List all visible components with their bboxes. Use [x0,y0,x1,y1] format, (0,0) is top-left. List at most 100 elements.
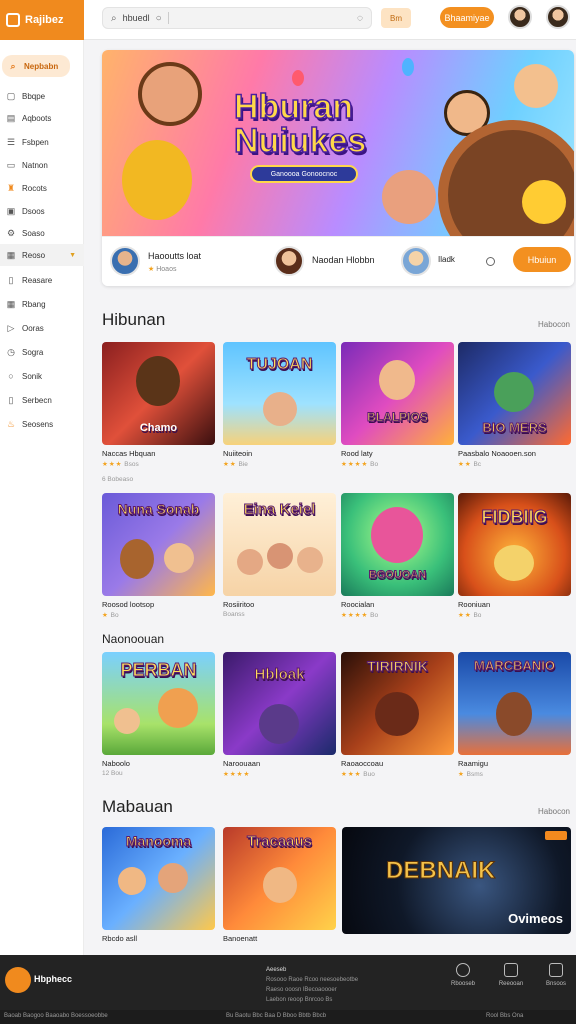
sidebar-item[interactable]: ▭ Natnon [0,154,84,176]
hero-banner[interactable]: Hburan Nuiukes Ganoooa Gonoocnoc Haooutt… [102,50,574,286]
game-card[interactable]: BGOUOAN Roocialan ★★★★ Bo [341,493,454,619]
trophy-icon: ♜ [6,182,16,193]
voice-icon[interactable]: ◌ [357,13,363,24]
card-rating: 12 Bou [102,770,215,777]
sidebar-item-label: Reoso [22,250,46,260]
sidebar-item[interactable]: ▦ Rbang [0,293,84,315]
game-thumbnail: FIDBIIG [458,493,571,596]
character-art [297,547,323,573]
footer-logo-icon[interactable] [5,967,31,993]
footer-link[interactable]: Rosooo Raoe Rcoo neesoebeotbe [266,975,358,985]
game-card[interactable]: Chamo Naccas Hbquan ★★★ Bsos 6 Bobeaso [102,342,215,483]
search-submit-icon[interactable]: ○ [156,13,162,24]
game-thumbnail: TIRIRNIK [341,652,454,755]
thumbnail-title: BLALPIOS [367,409,429,424]
card-title: Paasbalo Noaooen.son [458,449,536,458]
creator-name[interactable]: Haooutts loat [148,251,201,261]
footer-links[interactable]: Bu Baotu Bbc Baa D Bboo Bbtb Bbcb [226,1013,326,1019]
creator-name[interactable]: Naodan Hlobbn [312,255,375,265]
creator-avatar[interactable] [274,246,304,276]
card-title: Rood laty [341,449,373,458]
game-thumbnail: PERBAN [102,652,215,755]
sidebar-item[interactable]: ▷ Ooras [0,317,84,339]
character-art [375,692,419,736]
sidebar-item-label: Soaso [22,228,45,238]
character-friend [382,170,436,224]
section-more-link[interactable]: Habocon [538,807,570,816]
sidebar-item-label: Serbecn [22,395,52,405]
game-card[interactable]: BIO MERS Paasbalo Noaooen.son ★★ Bc [458,342,571,468]
game-card[interactable]: TUJOAN Nuiiteoin ★★ Bie [223,342,336,468]
game-card[interactable]: Tracaaus Banoenatt [223,827,336,943]
footer-locale[interactable]: Rool Bbs Ona [486,1013,523,1019]
star-rating: ★★ [458,612,472,619]
sidebar-item-label: Nepbabn [24,61,59,71]
star-icon: ★ [148,266,155,273]
footer-nav-item[interactable]: Rbooseb [448,963,478,987]
sidebar-item-expandable[interactable]: ▦ Reoso ▼ [0,244,84,266]
sidebar-item[interactable]: ⚙ Soaso [0,222,84,244]
search-input[interactable]: ⌕ hbuedl ○ ◌ [102,7,372,29]
sidebar-item[interactable]: ♨ Seosens [0,413,84,435]
game-thumbnail: Hbloak [223,652,336,755]
game-thumbnail: BLALPIOS [341,342,454,445]
sidebar-item[interactable]: ▯ Reasare [0,269,84,291]
footer-link[interactable]: Raeso ooosn lBecoaoooer [266,985,358,995]
user-avatar[interactable] [508,5,532,29]
mini-button[interactable]: Bm [381,8,411,28]
card-meta-text: Bo [473,612,482,619]
more-icon[interactable] [486,257,495,266]
profile-avatar[interactable] [546,5,570,29]
gem-icon [292,70,304,86]
character-duck [522,180,566,224]
game-card[interactable]: BLALPIOS Rood laty ★★★★ Bo [341,342,454,468]
featured-game-card[interactable]: DEBNAIK Ovimeos [342,827,571,934]
thumbnail-title: Manooma [125,833,192,850]
section-more-link[interactable]: Habocon [538,320,570,329]
game-card[interactable]: Manooma Rbcdo asll [102,827,215,943]
game-card[interactable]: FIDBIIG Rooniuan ★★ Bo [458,493,571,619]
star-rating: ★★ [458,461,472,468]
card-meta-text: Bo [110,612,119,619]
sidebar-item[interactable]: ▣ Dsoos [0,200,84,222]
sidebar-item[interactable]: ▤ Aqboots [0,107,84,129]
table-icon: ▦ [6,298,16,309]
creator-avatar[interactable] [110,246,140,276]
card-title: Rooniuan [458,600,491,609]
sidebar-item[interactable]: ▢ Bbqpe [0,85,84,107]
game-card[interactable]: Eina Keiel Rosiiritoo Boanss [223,493,336,618]
sidebar-item[interactable]: ○ Sonik [0,365,84,387]
creator-name[interactable]: Iladk [438,255,455,264]
header-primary-button[interactable]: Bhaamiyae [440,7,494,28]
sidebar-item-active[interactable]: ⌕ Nepbabn [2,55,70,77]
character-mascot [122,140,192,220]
sidebar-item[interactable]: ◷ Sogra [0,341,84,363]
game-thumbnail: Eina Keiel [223,493,336,596]
hero-cta-button[interactable]: Hbuiun [513,247,571,272]
game-thumbnail: Chamo [102,342,215,445]
sidebar-item[interactable]: ▯ Serbecn [0,389,84,411]
thumbnail-title: Hbloak [254,666,305,684]
star-rating: ★★★★ [341,461,369,468]
sidebar-item[interactable]: ♜ Rocots [0,177,84,199]
game-card[interactable]: Hbloak Naroouaan ★★★★ [223,652,336,778]
featured-label: Ovimeos [508,911,563,926]
card-title: Naboolo [102,759,130,768]
doc-icon: ▯ [8,274,14,285]
creator-avatar[interactable] [401,246,431,276]
phone-icon [504,963,518,977]
star-rating: ★★ [223,461,237,468]
game-card[interactable]: Nuna Sonab Roosod lootsop ★ Bo [102,493,215,619]
footer-link[interactable]: Laebon reoop Bnrcoo Bs [266,995,358,1005]
game-card[interactable]: MARCBANIO Raamigu ★ Bsms [458,652,571,778]
sidebar-item[interactable]: ☰ Fsbpen [0,131,84,153]
footer-nav-item[interactable]: Bnsoos [541,963,571,987]
brand-logo[interactable]: Rajibez [0,0,84,40]
game-card[interactable]: PERBAN Naboolo 12 Bou [102,652,215,777]
chevron-down-icon[interactable]: ▼ [69,252,76,259]
search-icon: ⌕ [10,60,16,71]
hero-title-line: Nuiukes [233,122,367,160]
character-art [267,543,293,569]
footer-nav-item[interactable]: Reeooan [496,963,526,987]
game-card[interactable]: TIRIRNIK Raoaoccoau ★★★ Buo [341,652,454,778]
